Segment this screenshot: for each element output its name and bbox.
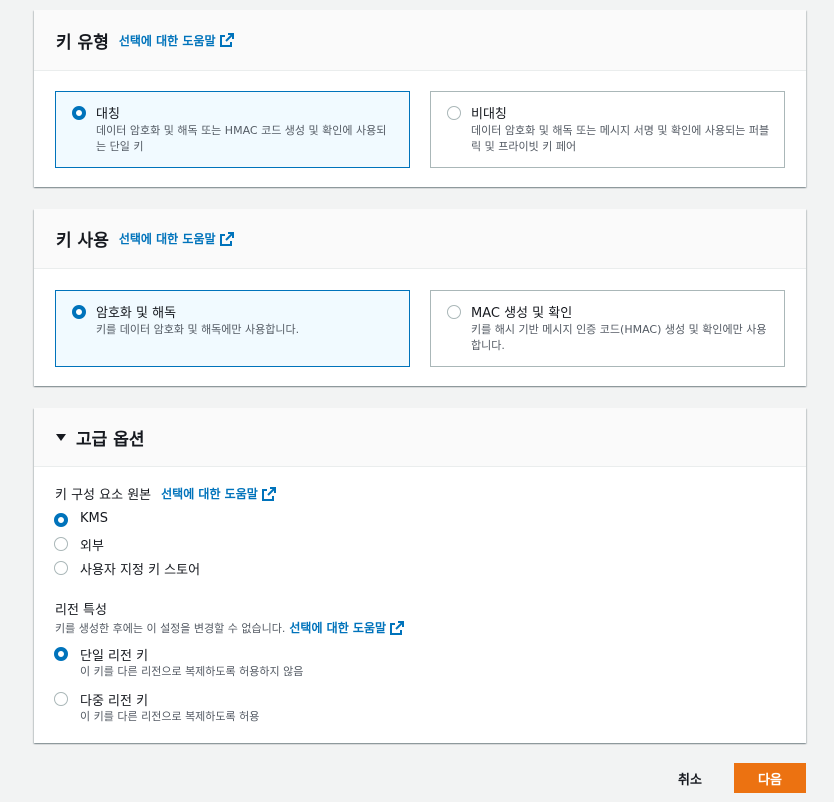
- key-material-origin-info-link-label: 선택에 대한 도움말: [161, 487, 258, 501]
- external-link-icon: [261, 486, 276, 501]
- key-usage-encrypt-radio[interactable]: [72, 305, 86, 319]
- origin-external-label: 외부: [80, 539, 104, 554]
- region-single-desc: 이 키를 다른 리전으로 복제하도록 허용하지 않음: [80, 665, 304, 678]
- origin-kms-label: KMS: [80, 511, 108, 526]
- caret-down-icon[interactable]: [56, 433, 66, 441]
- key-usage-mac-desc: 키를 해시 기반 메시지 인증 코드(HMAC) 생성 및 확인에만 사용합니다…: [471, 323, 767, 352]
- key-usage-mac-label: MAC 생성 및 확인: [471, 306, 573, 321]
- key-type-symmetric-tile[interactable]: 대칭 데이터 암호화 및 해독 또는 HMAC 코드 생성 및 확인에 사용되는…: [55, 91, 410, 168]
- origin-custom-store-radio[interactable]: [54, 561, 68, 575]
- key-type-title: 키 유형: [56, 32, 109, 53]
- key-type-symmetric-desc: 데이터 암호화 및 해독 또는 HMAC 코드 생성 및 확인에 사용되는 단일…: [96, 124, 387, 153]
- regionality-description-text: 키를 생성한 후에는 이 설정을 변경할 수 없습니다.: [55, 621, 286, 635]
- key-type-asymmetric-radio[interactable]: [447, 106, 461, 120]
- key-type-info-link-label: 선택에 대한 도움말: [118, 33, 216, 48]
- key-usage-encrypt-label: 암호화 및 해독: [96, 306, 177, 321]
- cancel-button[interactable]: 취소: [660, 763, 720, 793]
- key-material-origin-info-link[interactable]: 선택에 대한 도움말: [161, 485, 276, 502]
- key-type-symmetric-radio[interactable]: [72, 106, 86, 120]
- key-usage-info-link-label: 선택에 대한 도움말: [118, 232, 216, 246]
- key-usage-encrypt-desc: 키를 데이터 암호화 및 해독에만 사용합니다.: [96, 323, 300, 336]
- region-single-radio[interactable]: [54, 647, 68, 661]
- key-usage-header: 키 사용 선택에 대한 도움말: [34, 209, 806, 269]
- advanced-options-header[interactable]: 고급 옵션: [34, 408, 806, 467]
- region-single-label: 단일 리전 키: [80, 649, 149, 664]
- external-link-icon: [390, 620, 405, 635]
- next-button[interactable]: 다음: [734, 763, 806, 793]
- key-type-asymmetric-label: 비대칭: [471, 107, 507, 122]
- regionality-info-link[interactable]: 선택에 대한 도움말: [289, 619, 405, 636]
- external-link-icon: [219, 33, 234, 47]
- key-type-symmetric-label: 대칭: [96, 107, 120, 122]
- key-usage-title: 키 사용: [56, 231, 109, 251]
- key-usage-mac-radio[interactable]: [447, 305, 461, 319]
- regionality-description: 키를 생성한 후에는 이 설정을 변경할 수 없습니다. 선택에 대한 도움말: [55, 619, 405, 636]
- region-multi-desc: 이 키를 다른 리전으로 복제하도록 허용: [80, 710, 260, 723]
- region-multi-label: 다중 리전 키: [80, 694, 149, 709]
- origin-custom-store-label: 사용자 지정 키 스토어: [80, 563, 201, 578]
- advanced-options-panel: 고급 옵션 키 구성 요소 원본 선택에 대한 도움말 KMS 외부 사용자 지…: [34, 408, 806, 743]
- key-material-origin-label-text: 키 구성 요소 원본: [55, 488, 152, 503]
- key-type-header: 키 유형 선택에 대한 도움말: [34, 10, 806, 71]
- regionality-label: 리전 특성: [55, 603, 107, 618]
- key-type-panel: 키 유형 선택에 대한 도움말 대칭 데이터 암호화 및 해독 또는 HMAC …: [34, 10, 806, 187]
- key-usage-encrypt-tile[interactable]: 암호화 및 해독 키를 데이터 암호화 및 해독에만 사용합니다.: [55, 290, 410, 367]
- external-link-icon: [219, 231, 234, 246]
- advanced-options-title: 고급 옵션: [76, 429, 145, 450]
- origin-external-radio[interactable]: [54, 537, 68, 551]
- key-type-asymmetric-desc: 데이터 암호화 및 해독 또는 메시지 서명 및 확인에 사용되는 퍼블릭 및 …: [471, 124, 770, 153]
- region-multi-radio[interactable]: [54, 692, 68, 706]
- key-type-info-link[interactable]: 선택에 대한 도움말: [119, 32, 234, 49]
- origin-kms-radio[interactable]: [54, 513, 68, 527]
- key-material-origin-label: 키 구성 요소 원본 선택에 대한 도움말: [55, 484, 276, 503]
- key-usage-info-link[interactable]: 선택에 대한 도움말: [119, 230, 234, 247]
- regionality-info-link-label: 선택에 대한 도움말: [289, 621, 387, 635]
- key-usage-panel: 키 사용 선택에 대한 도움말 암호화 및 해독 키를 데이터 암호화 및 해독…: [34, 209, 806, 386]
- key-type-asymmetric-tile[interactable]: 비대칭 데이터 암호화 및 해독 또는 메시지 서명 및 확인에 사용되는 퍼블…: [430, 91, 785, 168]
- key-usage-mac-tile[interactable]: MAC 생성 및 확인 키를 해시 기반 메시지 인증 코드(HMAC) 생성 …: [430, 290, 785, 367]
